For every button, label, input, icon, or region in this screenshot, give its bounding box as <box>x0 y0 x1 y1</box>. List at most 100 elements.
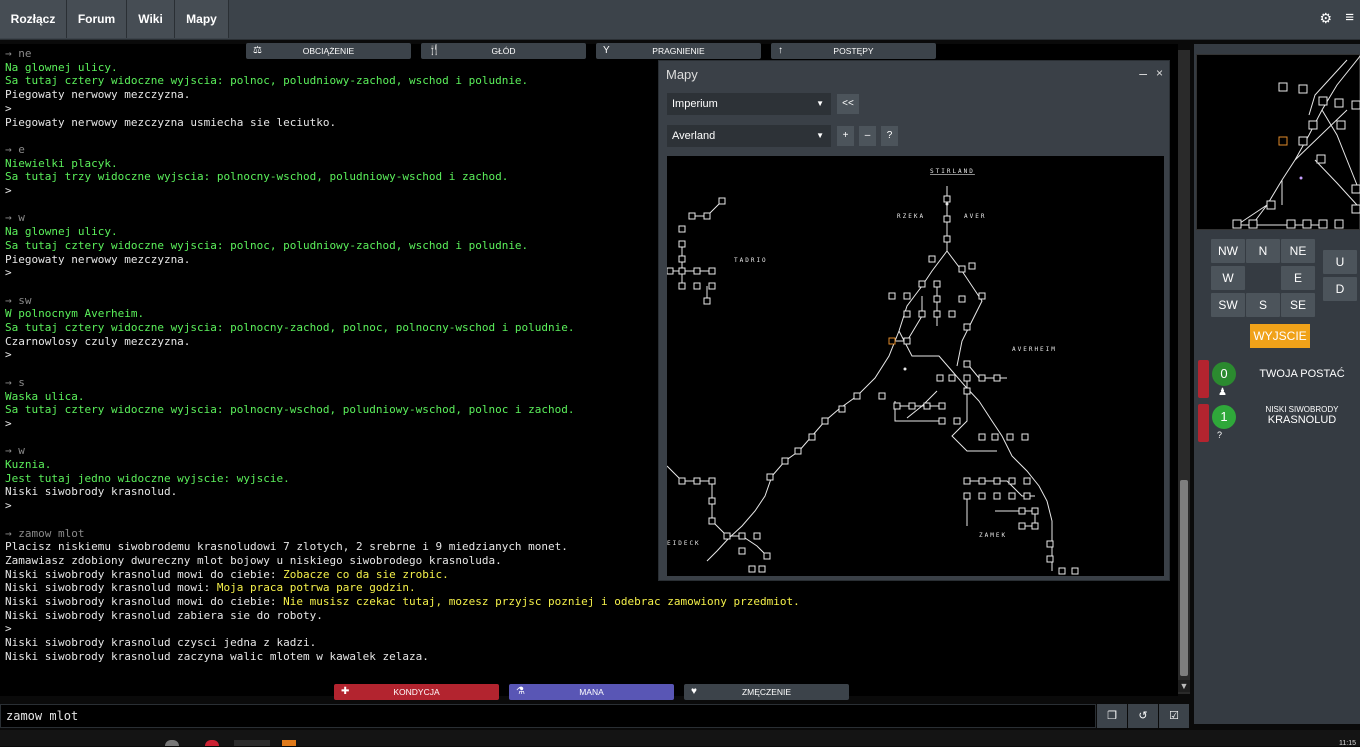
exit-button[interactable]: WYJSCIE <box>1250 324 1310 348</box>
console-line: → e <box>5 143 25 157</box>
console-line-text: Piegowaty nerwowy mezczyzna usmiecha sie… <box>5 115 337 129</box>
taskbar-app-icon[interactable] <box>282 740 296 746</box>
taskbar-app-icon[interactable] <box>234 740 270 746</box>
console-line-text: → w <box>5 444 25 458</box>
npc-number-badge[interactable]: 1 <box>1212 405 1236 429</box>
minimize-button[interactable]: – <box>1139 65 1147 81</box>
console-line-text: Czarnowlosy czuly mezczyzna. <box>5 334 191 348</box>
condition-label: KONDYCJA <box>393 687 440 697</box>
fatigue-bar: ♥ ZMĘCZENIE <box>684 684 849 700</box>
command-input[interactable] <box>1 705 1095 727</box>
copy-icon[interactable]: ❐ <box>1097 704 1127 728</box>
area-select-value: Averland <box>672 130 716 142</box>
console-line-text: Piegowaty nerwowy mezczyzna. <box>5 88 191 102</box>
direction-nw-button[interactable]: NW <box>1211 239 1245 263</box>
back-button[interactable]: << <box>837 94 859 114</box>
map-window: Mapy – × Imperium ▼ << Averland ▼ + – ? <box>658 60 1170 581</box>
console-line: Niski siwobrody krasnolud zabiera sie do… <box>5 609 323 623</box>
console-line-text: Placisz niskiemu siwobrodemu krasnoludow… <box>5 540 568 554</box>
console-speech-text: Nie musisz czekac tutaj, mozesz przyjsc … <box>283 595 800 608</box>
map-canvas[interactable]: STIRLAND RZEKA AVER TADRIO AVERHEIM ZAME… <box>666 156 1164 576</box>
zoom-in-button[interactable]: + <box>837 126 854 146</box>
player-number-badge[interactable]: 0 <box>1212 362 1236 386</box>
disconnect-button[interactable]: Rozłącz <box>0 0 67 38</box>
taskbar-app-icon[interactable] <box>205 740 219 746</box>
direction-w-button[interactable]: W <box>1211 266 1245 290</box>
fatigue-label: ZMĘCZENIE <box>741 687 792 697</box>
region-select[interactable]: Imperium ▼ <box>667 93 831 115</box>
console-line-text: Niski siwobrody krasnolud zaczyna walic … <box>5 649 429 663</box>
console-line-text: Niski siwobrody krasnolud zabiera sie do… <box>5 608 323 622</box>
console-line-text: → s <box>5 375 25 389</box>
console-line-text: Sa tutaj cztery widoczne wyjscia: polnoc… <box>5 403 575 417</box>
console-line-text: Niewielki placyk. <box>5 156 118 170</box>
console-line: > <box>5 622 12 636</box>
map-label-tadrio: TADRIO <box>734 257 768 264</box>
progress-label: POSTĘPY <box>833 46 874 56</box>
console-line: → s <box>5 376 25 390</box>
npc-label-small[interactable]: NISKI SIWOBRODY <box>1245 405 1359 414</box>
console-line: Niski siwobrody krasnolud. <box>5 485 177 499</box>
console-line: Sa tutaj cztery widoczne wyjscia: polnoc… <box>5 403 575 417</box>
history-icon[interactable]: ↺ <box>1128 704 1158 728</box>
wiki-button[interactable]: Wiki <box>127 0 175 38</box>
direction-sw-button[interactable]: SW <box>1211 293 1245 317</box>
map-graph: STIRLAND RZEKA AVER TADRIO AVERHEIM ZAME… <box>666 168 1079 575</box>
direction-se-button[interactable]: SE <box>1281 293 1315 317</box>
forum-button[interactable]: Forum <box>67 0 127 38</box>
direction-n-button[interactable]: N <box>1246 239 1280 263</box>
check-icon[interactable]: ☑ <box>1159 704 1189 728</box>
scrollbar-thumb[interactable] <box>1180 480 1188 676</box>
hamburger-icon[interactable]: ≡ <box>1345 9 1354 26</box>
console-line: Piegowaty nerwowy mezczyzna. <box>5 88 190 102</box>
console-line: > <box>5 499 12 513</box>
npc-health-bar <box>1198 404 1209 442</box>
question-icon: ? <box>1217 430 1223 440</box>
scroll-down-icon[interactable]: ▼ <box>1178 680 1190 692</box>
console-line-text: Niski siwobrody krasnolud czysci jedna z… <box>5 636 317 650</box>
direction-s-button[interactable]: S <box>1246 293 1280 317</box>
gear-icon[interactable]: ⚙ <box>1319 10 1332 27</box>
player-label[interactable]: TWOJA POSTAĆ <box>1252 368 1352 380</box>
taskbar <box>0 730 1360 746</box>
console-line-text: > <box>5 101 12 115</box>
console-line: → zamow mlot <box>5 527 84 541</box>
console-speech-text: Zobacze co da sie zrobic. <box>283 567 449 581</box>
command-input-container <box>0 704 1096 728</box>
console-line: → w <box>5 211 25 225</box>
direction-ne-button[interactable]: NE <box>1281 239 1315 263</box>
close-icon[interactable]: × <box>1156 66 1163 80</box>
console-line: Jest tutaj jedno widoczne wyjscie: wyjsc… <box>5 472 290 486</box>
console-line: Sa tutaj cztery widoczne wyjscia: polnoc… <box>5 239 528 253</box>
console-line: Kuznia. <box>5 458 51 472</box>
map-label-averheim: AVERHEIM <box>1012 346 1057 353</box>
console-line: Sa tutaj cztery widoczne wyjscia: polnoc… <box>5 74 528 88</box>
thirst-label: PRAGNIENIE <box>652 46 705 56</box>
console-line: Niewielki placyk. <box>5 157 118 171</box>
direction-up-button[interactable]: U <box>1323 250 1357 274</box>
console-line: > <box>5 417 12 431</box>
npc-label-big[interactable]: KRASNOLUD <box>1245 414 1359 426</box>
console-line: → ne <box>5 47 32 61</box>
direction-e-button[interactable]: E <box>1281 266 1315 290</box>
direction-down-button[interactable]: D <box>1323 277 1357 301</box>
maps-button[interactable]: Mapy <box>175 0 229 38</box>
map-label-zamek: ZAMEK <box>979 532 1007 539</box>
thirst-bar: Y PRAGNIENIE <box>596 43 761 59</box>
mana-bar: ⚗ MANA <box>509 684 674 700</box>
minimap[interactable] <box>1196 54 1360 230</box>
console-line: Na glownej ulicy. <box>5 225 118 239</box>
console-line: > <box>5 184 12 198</box>
taskbar-app-icon[interactable] <box>165 740 179 746</box>
console-line: Waska ulica. <box>5 390 84 404</box>
load-label: OBCIĄŻENIE <box>302 46 355 56</box>
zoom-out-button[interactable]: – <box>859 126 876 146</box>
console-line: → w <box>5 444 25 458</box>
console-line-text: > <box>5 499 12 513</box>
map-help-button[interactable]: ? <box>881 126 898 146</box>
area-select[interactable]: Averland ▼ <box>667 125 831 147</box>
map-label-rzeka: RZEKA <box>897 213 925 220</box>
console-line-text: > <box>5 416 12 430</box>
console-line-text: Na glownej ulicy. <box>5 60 118 74</box>
console-line-text: Sa tutaj cztery widoczne wyjscia: polnoc… <box>5 74 529 88</box>
